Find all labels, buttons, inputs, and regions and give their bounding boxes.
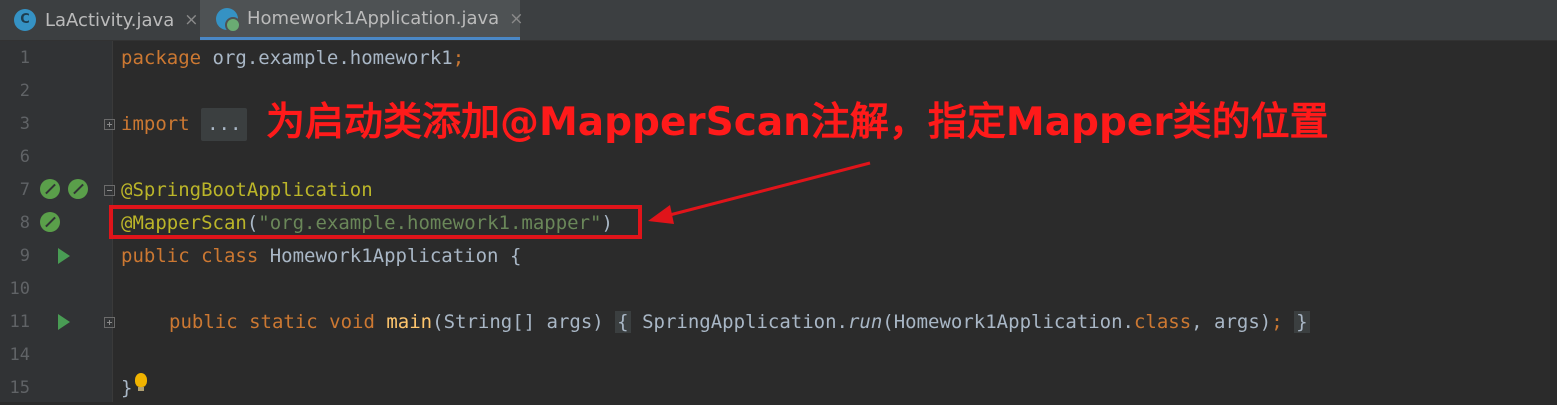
annotation-arrow [648, 161, 871, 224]
